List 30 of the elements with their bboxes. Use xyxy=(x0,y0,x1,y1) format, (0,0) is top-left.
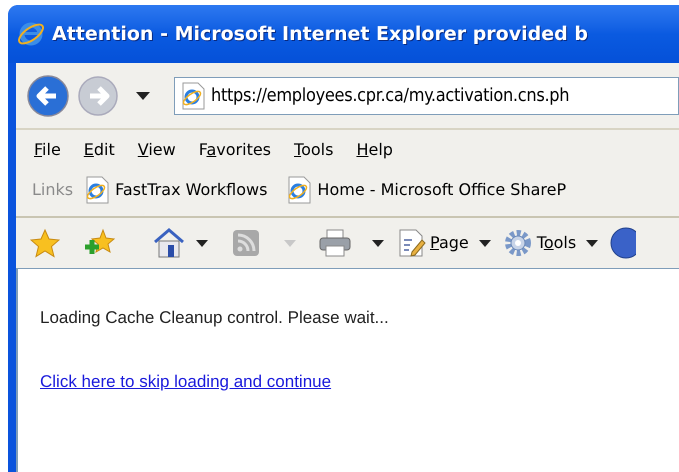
printer-icon[interactable] xyxy=(318,228,352,258)
page-icon xyxy=(287,176,312,204)
menu-item[interactable]: Edit xyxy=(84,138,115,162)
gear-icon[interactable] xyxy=(502,228,533,258)
dropdown-arrow-icon[interactable] xyxy=(586,240,598,246)
dropdown-arrow-icon[interactable] xyxy=(372,240,384,246)
status-message: Loading Cache Cleanup control. Please wait... xyxy=(40,307,390,329)
dropdown-arrow-icon[interactable] xyxy=(478,240,491,246)
skip-loading-link[interactable]: Click here to skip loading and continue xyxy=(40,368,332,394)
favorite-link[interactable]: Home - Microsoft Office ShareP xyxy=(317,178,566,202)
dropdown-arrow-icon[interactable] xyxy=(196,240,208,246)
menu-item[interactable]: Tools xyxy=(294,138,334,162)
favorite-link[interactable]: FastTrax Workflows xyxy=(115,178,268,202)
menu-item[interactable]: Favorites xyxy=(198,138,272,162)
history-dropdown-icon[interactable] xyxy=(136,92,150,100)
address-field[interactable]: https://employees.cpr.ca/my.activation.cns.ph xyxy=(174,76,679,114)
star-icon[interactable] xyxy=(30,228,60,258)
page-menu-button[interactable]: Page xyxy=(430,231,469,255)
page-icon xyxy=(85,176,110,204)
page-edit-icon[interactable] xyxy=(398,228,426,258)
page-icon xyxy=(181,82,205,110)
tools-menu-button[interactable]: Tools xyxy=(536,231,576,255)
menu-item[interactable]: View xyxy=(138,138,176,162)
menu-item[interactable]: File xyxy=(34,138,61,162)
address-text: https://employees.cpr.ca/my.activation.cns.ph xyxy=(211,84,570,108)
links-label: Links xyxy=(32,179,74,201)
back-button[interactable] xyxy=(26,74,70,118)
window-title: Attention - Microsoft Internet Explorer provided b xyxy=(52,22,588,47)
menu-item[interactable]: Help xyxy=(356,138,393,162)
home-icon[interactable] xyxy=(152,227,186,259)
